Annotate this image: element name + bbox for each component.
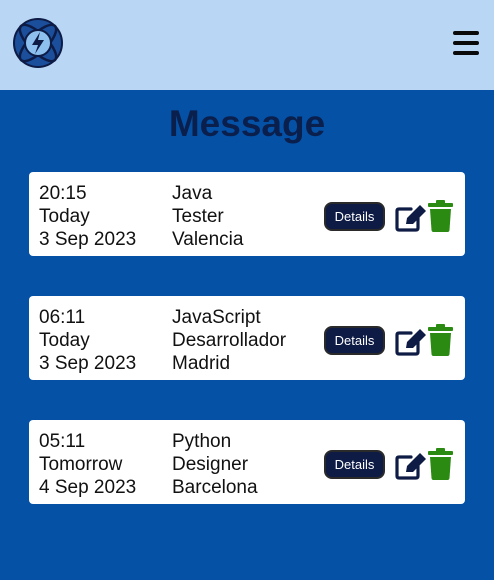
message-info: JavaScript Desarrollador Madrid <box>172 306 286 375</box>
details-button[interactable]: Details <box>324 326 385 355</box>
message-language: Python <box>172 431 232 452</box>
message-info: Java Tester Valencia <box>172 182 243 251</box>
message-datetime: 05:11 Tomorrow 4 Sep 2023 <box>39 430 136 499</box>
message-card: 06:11 Today 3 Sep 2023 JavaScript Desarr… <box>29 296 465 380</box>
edit-icon[interactable] <box>395 327 427 356</box>
message-day: Tomorrow <box>39 454 123 475</box>
message-role: Designer <box>172 454 249 475</box>
message-card: 20:15 Today 3 Sep 2023 Java Tester Valen… <box>29 172 465 256</box>
atom-lightning-logo-icon[interactable] <box>12 17 64 69</box>
message-city: Valencia <box>172 229 244 250</box>
message-datetime: 06:11 Today 3 Sep 2023 <box>39 306 136 375</box>
message-role: Desarrollador <box>172 330 287 351</box>
details-button[interactable]: Details <box>324 450 385 479</box>
message-date: 3 Sep 2023 <box>39 353 137 374</box>
message-time: 20:15 <box>39 183 87 204</box>
message-role: Tester <box>172 206 224 227</box>
hamburger-menu-icon[interactable] <box>448 26 484 60</box>
message-time: 05:11 <box>39 431 86 452</box>
message-datetime: 20:15 Today 3 Sep 2023 <box>39 182 136 251</box>
message-language: JavaScript <box>172 307 261 328</box>
top-header <box>0 0 494 90</box>
edit-icon[interactable] <box>395 203 427 232</box>
message-day: Today <box>39 330 90 351</box>
message-date: 3 Sep 2023 <box>39 229 137 250</box>
edit-icon[interactable] <box>395 451 427 480</box>
message-city: Madrid <box>172 353 231 374</box>
message-language: Java <box>172 183 213 204</box>
message-time: 06:11 <box>39 307 86 328</box>
message-card: 05:11 Tomorrow 4 Sep 2023 Python Designe… <box>29 420 465 504</box>
message-day: Today <box>39 206 90 227</box>
trash-icon[interactable] <box>427 200 454 232</box>
message-city: Barcelona <box>172 477 258 498</box>
trash-icon[interactable] <box>427 324 454 356</box>
message-info: Python Designer Barcelona <box>172 430 258 499</box>
trash-icon[interactable] <box>427 448 454 480</box>
page-title: Message <box>168 103 326 144</box>
details-button[interactable]: Details <box>324 202 385 231</box>
message-date: 4 Sep 2023 <box>39 477 137 498</box>
